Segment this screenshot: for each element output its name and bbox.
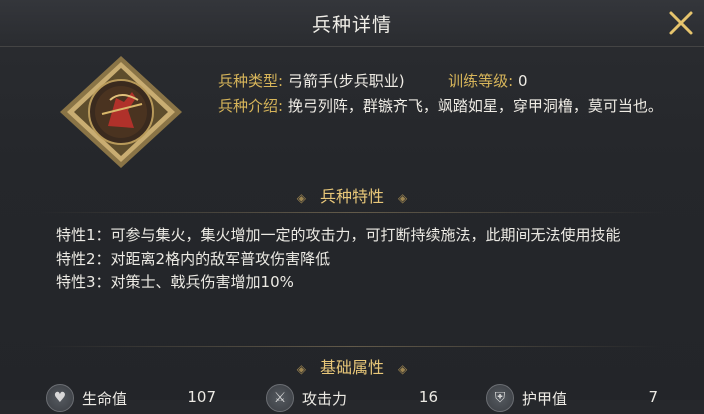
unit-detail-panel: 兵种详情 兵种类型: 弓箭手(步兵职业) 训练等级: 0 兵种介绍: 挽弓列阵，…	[0, 0, 704, 412]
stat-name: 生命值	[82, 390, 128, 408]
unit-intro-row: 兵种介绍: 挽弓列阵，群镞齐飞，飒踏如星，穿甲洞橹，莫可当也。	[218, 95, 668, 117]
unit-type-label: 兵种类型:	[218, 72, 284, 90]
stat-value: 107	[187, 388, 216, 406]
features-title: 兵种特性	[319, 187, 384, 206]
heart-icon: ♥	[46, 384, 74, 412]
stat-name: 攻击力	[302, 390, 348, 408]
feature-item: 特性2：对距离2格内的敌军普攻伤害降低	[56, 249, 331, 268]
stat-value: 7	[648, 388, 658, 406]
features-section-header: ◈ 兵种特性 ◈	[0, 183, 704, 211]
stat-armor: ⛨ 护甲值 7	[486, 384, 666, 414]
page-title: 兵种详情	[311, 14, 392, 36]
feature-list: 特性1：可参与集火，集火增加一定的攻击力，可打断持续施法，此期间无法使用技能 特…	[56, 224, 676, 295]
feature-item: 特性3：对策士、戟兵伤害增加10%	[56, 273, 294, 291]
training-level-value: 0	[517, 72, 528, 90]
stat-value: 16	[418, 388, 438, 406]
unit-type-row: 兵种类型: 弓箭手(步兵职业) 训练等级: 0	[218, 70, 528, 92]
shield-icon: ⛨	[486, 384, 514, 412]
sword-icon: ⚔	[266, 384, 294, 412]
divider	[40, 346, 664, 347]
stat-attack: ⚔ 攻击力 16	[266, 384, 446, 414]
stat-hp: ♥ 生命值 107	[46, 384, 226, 414]
attributes-section-header: ◈ 基础属性 ◈	[0, 354, 704, 382]
attributes-title: 基础属性	[319, 358, 384, 377]
ornament-icon: ◈	[398, 190, 408, 205]
unit-intro-value: 挽弓列阵，群镞齐飞，飒踏如星，穿甲洞橹，莫可当也。	[287, 97, 663, 115]
stat-row: ♥ 生命值 107 ⚔ 攻击力 16 ⛨ 护甲值 7	[0, 384, 704, 414]
unit-intro-label: 兵种介绍:	[218, 97, 284, 115]
stat-name: 护甲值	[522, 390, 568, 408]
ornament-icon: ◈	[296, 361, 306, 376]
archer-unit-emblem-icon	[60, 56, 182, 168]
ornament-icon: ◈	[296, 190, 306, 205]
unit-type-value: 弓箭手(步兵职业)	[287, 72, 405, 90]
title-bar: 兵种详情	[0, 0, 704, 47]
training-level-label: 训练等级:	[448, 72, 514, 90]
feature-item: 特性1：可参与集火，集火增加一定的攻击力，可打断持续施法，此期间无法使用技能	[56, 226, 621, 244]
close-icon[interactable]	[664, 6, 698, 40]
ornament-icon: ◈	[398, 361, 408, 376]
divider	[40, 212, 664, 213]
